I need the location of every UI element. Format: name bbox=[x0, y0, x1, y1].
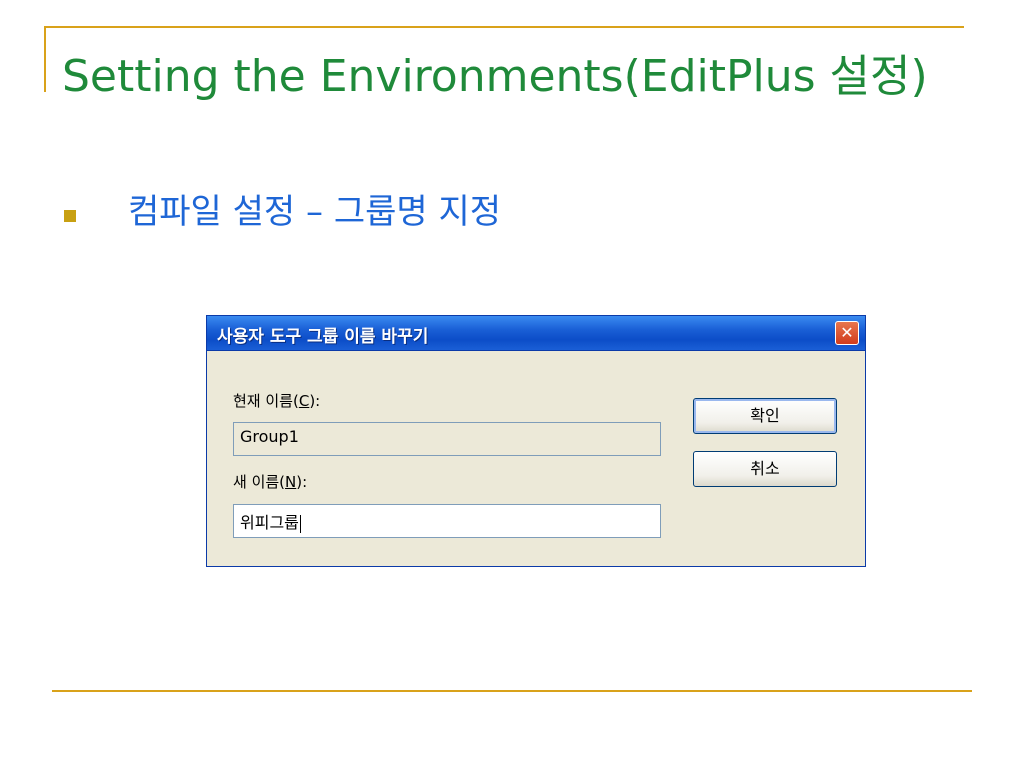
cancel-button[interactable]: 취소 bbox=[693, 451, 837, 487]
ok-button[interactable]: 확인 bbox=[693, 398, 837, 434]
new-name-input[interactable]: 위피그룹 bbox=[233, 504, 661, 538]
left-rule bbox=[44, 26, 46, 92]
bottom-rule bbox=[52, 690, 972, 692]
close-icon[interactable]: ✕ bbox=[835, 321, 859, 345]
rename-group-dialog: 사용자 도구 그룹 이름 바꾸기 ✕ 현재 이름(C): Group1 새 이름… bbox=[206, 315, 866, 567]
current-name-label: 현재 이름(C): bbox=[233, 392, 321, 410]
dialog-titlebar[interactable]: 사용자 도구 그룹 이름 바꾸기 ✕ bbox=[207, 316, 865, 351]
current-name-field: Group1 bbox=[233, 422, 661, 456]
top-rule bbox=[44, 26, 964, 28]
dialog-title: 사용자 도구 그룹 이름 바꾸기 bbox=[217, 327, 429, 347]
slide-title: Setting the Environments(EditPlus 설정) bbox=[62, 51, 928, 102]
bullet-text: 컴파일 설정 – 그룹명 지정 bbox=[128, 192, 502, 232]
new-name-label: 새 이름(N): bbox=[233, 473, 308, 491]
text-caret bbox=[299, 514, 301, 533]
bullet-square-icon bbox=[64, 210, 76, 222]
